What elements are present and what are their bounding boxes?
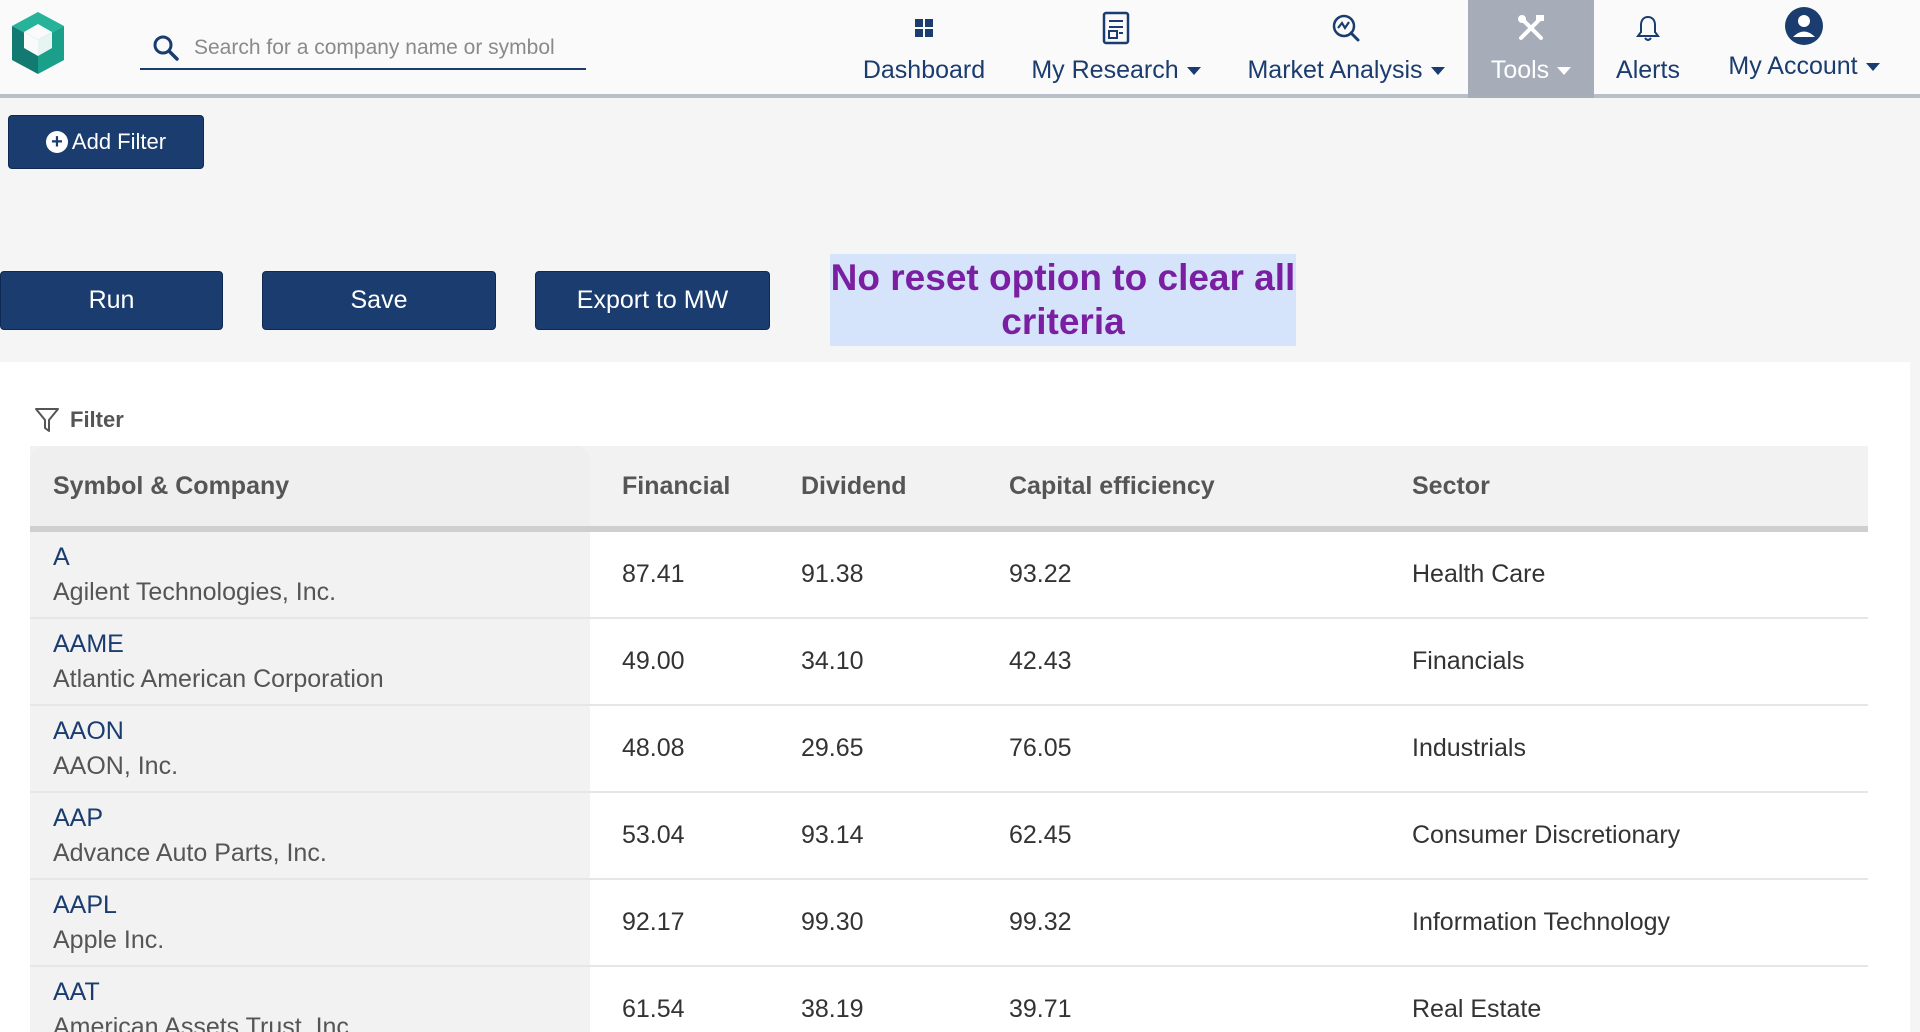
run-label: Run <box>88 286 135 314</box>
annotation-callout: No reset option to clear all criteria <box>830 254 1296 346</box>
capital-cell: 99.32 <box>1009 908 1072 936</box>
annotation-line-1: No reset option to clear all <box>830 257 1296 298</box>
table-row[interactable]: AAME Atlantic American Corporation 49.00 … <box>30 619 1868 706</box>
search-input[interactable] <box>194 36 574 60</box>
ticker-link[interactable]: AAON <box>53 714 590 748</box>
ticker-link[interactable]: A <box>53 540 590 574</box>
export-to-mw-button[interactable]: Export to MW <box>535 271 770 330</box>
nav-my-account[interactable]: My Account <box>1716 0 1892 98</box>
company-name: Atlantic American Corporation <box>53 664 384 693</box>
save-button[interactable]: Save <box>262 271 496 330</box>
table-row[interactable]: AAPL Apple Inc. 92.17 99.30 99.32 Informa… <box>30 880 1868 967</box>
financial-cell: 61.54 <box>622 995 685 1023</box>
ticker-link[interactable]: AAP <box>53 801 590 835</box>
nav-market-analysis-label: Market Analysis <box>1247 56 1423 84</box>
top-navbar: Dashboard My Research Market Analysis To… <box>0 0 1920 98</box>
col-sector-label: Sector <box>1412 471 1490 500</box>
col-dividend-label: Dividend <box>801 471 907 500</box>
annotation-line-2: criteria <box>1001 301 1125 342</box>
nav-my-research-label: My Research <box>1031 56 1179 84</box>
dividend-cell: 93.14 <box>801 821 864 849</box>
run-button[interactable]: Run <box>0 271 223 330</box>
nav-alerts[interactable]: Alerts <box>1604 0 1692 98</box>
capital-cell: 62.45 <box>1009 821 1072 849</box>
table-header: Symbol & Company Financial Dividend Capi… <box>30 446 1868 532</box>
sector-cell: Real Estate <box>1412 995 1542 1023</box>
company-name: American Assets Trust, Inc. <box>53 1012 356 1032</box>
col-financial-label: Financial <box>622 471 731 500</box>
col-symbol-label: Symbol & Company <box>53 471 290 500</box>
financial-cell: 48.08 <box>622 734 685 762</box>
sector-cell: Industrials <box>1412 734 1526 762</box>
company-name: Advance Auto Parts, Inc. <box>53 838 327 867</box>
nav-my-account-label: My Account <box>1728 52 1858 80</box>
dividend-cell: 91.38 <box>801 560 864 588</box>
dashboard-icon <box>915 19 933 37</box>
funnel-icon <box>35 408 59 432</box>
company-name: AAON, Inc. <box>53 751 179 780</box>
col-capital-label: Capital efficiency <box>1009 471 1215 500</box>
col-capital-efficiency[interactable]: Capital efficiency <box>1009 446 1412 526</box>
chevron-down-icon <box>1865 62 1880 71</box>
table-row[interactable]: AAP Advance Auto Parts, Inc. 53.04 93.14 … <box>30 793 1868 880</box>
chevron-down-icon <box>1430 66 1445 75</box>
dividend-cell: 99.30 <box>801 908 864 936</box>
financial-cell: 87.41 <box>622 560 685 588</box>
search-bar[interactable] <box>140 28 586 70</box>
nav-alerts-label: Alerts <box>1616 56 1680 84</box>
sector-cell: Consumer Discretionary <box>1412 821 1681 849</box>
col-dividend[interactable]: Dividend <box>801 446 1009 526</box>
chevron-down-icon <box>1557 66 1572 75</box>
ticker-link[interactable]: AAPL <box>53 888 590 922</box>
table-row[interactable]: AAON AAON, Inc. 48.08 29.65 76.05 Industr… <box>30 706 1868 793</box>
table-row[interactable]: A Agilent Technologies, Inc. 87.41 91.38 … <box>30 532 1868 619</box>
financial-cell: 53.04 <box>622 821 685 849</box>
sector-cell: Health Care <box>1412 560 1546 588</box>
document-icon <box>1102 11 1130 45</box>
filter-toggle[interactable]: Filter <box>34 406 124 434</box>
plus-circle-icon: + <box>45 131 68 153</box>
col-financial[interactable]: Financial <box>590 446 801 526</box>
save-label: Save <box>350 286 408 314</box>
sector-cell: Financials <box>1412 647 1525 675</box>
col-symbol-company[interactable]: Symbol & Company <box>30 446 590 526</box>
bell-icon <box>1636 15 1660 41</box>
nav-dashboard[interactable]: Dashboard <box>846 0 1002 98</box>
nav-my-research[interactable]: My Research <box>1018 0 1214 98</box>
capital-cell: 39.71 <box>1009 995 1072 1023</box>
search-icon <box>153 35 179 61</box>
nav-tools-label: Tools <box>1490 56 1550 84</box>
add-filter-label: Add Filter <box>71 129 167 154</box>
logo-cube-icon[interactable] <box>8 10 68 76</box>
screener-table: Symbol & Company Financial Dividend Capi… <box>30 446 1868 1032</box>
financial-cell: 49.00 <box>622 647 685 675</box>
company-name: Agilent Technologies, Inc. <box>53 577 337 606</box>
dividend-cell: 34.10 <box>801 647 864 675</box>
nav-dashboard-label: Dashboard <box>862 56 986 84</box>
financial-cell: 92.17 <box>622 908 685 936</box>
nav-tools[interactable]: Tools <box>1468 0 1594 98</box>
capital-cell: 42.43 <box>1009 647 1072 675</box>
sector-cell: Information Technology <box>1412 908 1671 936</box>
user-icon <box>1785 7 1823 45</box>
company-name: Apple Inc. <box>53 925 165 954</box>
dividend-cell: 29.65 <box>801 734 864 762</box>
add-filter-button[interactable]: + Add Filter <box>8 115 204 169</box>
filter-label: Filter <box>70 407 124 432</box>
ticker-link[interactable]: AAT <box>53 975 590 1009</box>
capital-cell: 93.22 <box>1009 560 1072 588</box>
table-row[interactable]: AAT American Assets Trust, Inc. 61.54 38.… <box>30 967 1868 1032</box>
chevron-down-icon <box>1186 66 1201 75</box>
col-sector[interactable]: Sector <box>1412 446 1868 526</box>
ticker-link[interactable]: AAME <box>53 627 590 661</box>
capital-cell: 76.05 <box>1009 734 1072 762</box>
analysis-icon <box>1332 14 1360 42</box>
tools-icon <box>1518 15 1544 40</box>
export-label: Export to MW <box>576 286 729 314</box>
nav-market-analysis[interactable]: Market Analysis <box>1230 0 1462 98</box>
dividend-cell: 38.19 <box>801 995 864 1023</box>
